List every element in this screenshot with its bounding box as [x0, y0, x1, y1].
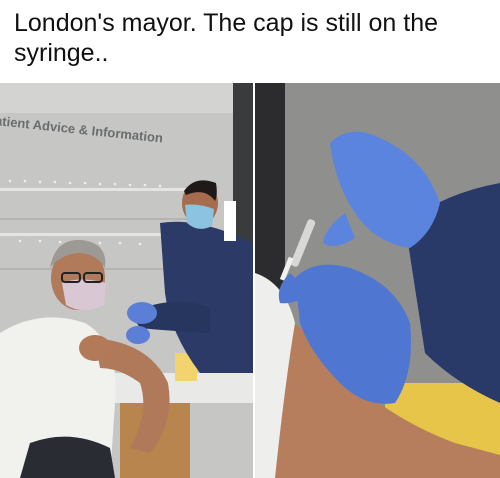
right-photo: [255, 83, 500, 478]
meme-caption: London's mayor. The cap is still on the …: [14, 9, 438, 67]
vaccination-scene-illustration: [0, 83, 253, 478]
left-photo: atient Advice & Information: [0, 83, 253, 478]
injection-closeup-illustration: [255, 83, 500, 478]
